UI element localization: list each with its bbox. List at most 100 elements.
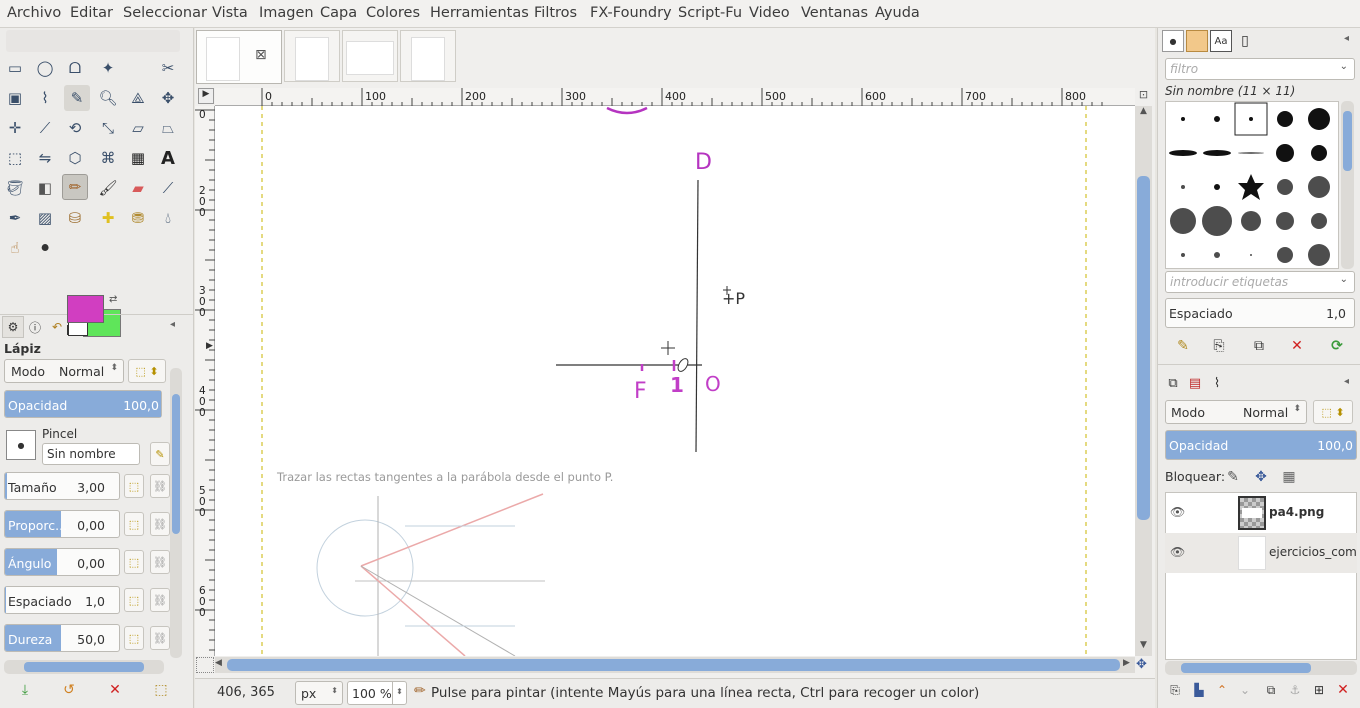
document-tab-icon[interactable]: ▯ (1234, 30, 1256, 52)
brush-cell[interactable] (1202, 206, 1232, 236)
device-status-tab-icon[interactable]: ⓘ (24, 316, 46, 338)
fonts-tab-icon[interactable]: Aa (1210, 30, 1232, 52)
pencil-icon[interactable]: ✏ (62, 174, 88, 200)
menu-capa[interactable]: Capa (320, 5, 357, 21)
mode-dropdown[interactable]: Modo Normal ⬍ (4, 359, 124, 383)
brush-cell[interactable] (1170, 208, 1196, 234)
align-icon[interactable]: ✛ (2, 115, 28, 141)
clone-icon[interactable]: ⛁ (62, 205, 88, 231)
checker-icon[interactable]: ▦ (125, 145, 151, 171)
brush-cell[interactable] (1311, 213, 1327, 229)
refresh-brushes-icon[interactable]: ⟳ (1326, 335, 1348, 357)
brush-cell[interactable] (1308, 176, 1330, 198)
crop-icon[interactable]: ⟋ (32, 115, 58, 141)
menu-filtros[interactable]: Filtros (534, 5, 577, 21)
unit-dropdown[interactable]: px ⬍ (295, 681, 343, 705)
brush-cell[interactable] (1214, 116, 1220, 122)
menu-fx-foundry[interactable]: FX-Foundry (590, 5, 672, 21)
warp-icon[interactable]: ⌘ (95, 145, 121, 171)
brushes-tab-icon[interactable]: ● (1162, 30, 1184, 52)
rect-select-icon[interactable]: ▭ (2, 55, 28, 81)
tool-options-hscrollbar[interactable] (4, 660, 164, 674)
merge-layer-icon[interactable]: ⊞ (1308, 679, 1330, 701)
layer-row-pa4[interactable]: 👁︎ pa4.png (1165, 493, 1357, 533)
ratio-link-icon[interactable]: ⛓ (150, 512, 170, 536)
dodge-burn-icon[interactable]: ⚫ (32, 235, 58, 261)
ratio-reset-icon[interactable]: ⬚ (124, 512, 144, 536)
hardness-slider[interactable]: Dureza 50,0 (4, 624, 120, 652)
undo-history-tab-icon[interactable]: ↶ (46, 316, 68, 338)
hardness-link-icon[interactable]: ⛓ (150, 626, 170, 650)
paintbrush-icon[interactable]: 🖌︎ (95, 175, 121, 201)
restore-options-icon[interactable]: ↺ (58, 679, 80, 701)
mypaint-icon[interactable]: ▨ (32, 205, 58, 231)
brush-cell[interactable] (1238, 152, 1264, 154)
spacing-reset-icon[interactable]: ⬚ (124, 588, 144, 612)
brush-cell[interactable] (1181, 117, 1185, 121)
menu-editar[interactable]: Editar (70, 5, 113, 21)
brush-cell[interactable] (1249, 117, 1253, 121)
brush-cell[interactable] (1214, 252, 1220, 258)
swap-colors-icon[interactable]: ⇄ (109, 294, 117, 305)
fuzzy-select-icon[interactable]: ✦ (95, 55, 121, 81)
brush-cell[interactable] (1214, 184, 1220, 190)
image-tab-2[interactable] (284, 30, 340, 82)
heal-icon[interactable]: ✚ (95, 205, 121, 231)
smudge-icon[interactable]: ☝ (2, 235, 28, 261)
measure-icon[interactable]: ⟁ (125, 85, 151, 111)
canvas-vscrollbar[interactable]: ▲ ▼ (1135, 106, 1152, 656)
lock-alpha-icon[interactable]: ▦ (1278, 466, 1300, 488)
lasso-icon[interactable]: ᗝ (62, 55, 88, 81)
zoom-dropdown[interactable]: 100 % ⬍ (347, 681, 407, 705)
blur-icon[interactable]: 💧︎ (155, 205, 181, 231)
menu-vista[interactable]: Vista (212, 5, 248, 21)
brush-cell[interactable] (1241, 211, 1261, 231)
menu-ayuda[interactable]: Ayuda (875, 5, 920, 21)
brush-cell[interactable] (1308, 108, 1330, 130)
opacity-slider[interactable]: Opacidad 100,0 (4, 390, 162, 418)
brush-cell[interactable] (1181, 253, 1185, 257)
quick-mask-toggle-icon[interactable]: ▶ (198, 88, 214, 104)
duplicate-brush-icon[interactable]: ⧉ (1248, 335, 1270, 357)
navigate-icon[interactable]: ✥ (1136, 657, 1147, 672)
menu-colores[interactable]: Colores (366, 5, 420, 21)
anchor-layer-icon[interactable]: ⚓ (1284, 679, 1306, 701)
size-link-icon[interactable]: ⛓ (150, 474, 170, 498)
edit-brush-dock-icon[interactable]: ✎ (1172, 335, 1194, 357)
visibility-eye-icon[interactable]: 👁︎ (1170, 505, 1185, 519)
lock-pixels-icon[interactable]: ✎ (1222, 466, 1244, 488)
brush-cell[interactable] (1276, 212, 1294, 230)
menu-script-fu[interactable]: Script-Fu (678, 5, 742, 21)
menu-video[interactable]: Video (749, 5, 790, 21)
delete-layer-icon[interactable]: ✕ (1332, 679, 1354, 701)
brush-cell[interactable] (1181, 185, 1185, 189)
color-picker-icon[interactable]: ✎ (64, 85, 90, 111)
perspective-icon[interactable]: ⏢ (155, 115, 181, 141)
size-slider[interactable]: Tamaño 3,00 (4, 472, 120, 500)
zoom-icon[interactable]: 🔍︎ (95, 85, 121, 111)
brush-cell[interactable] (1277, 179, 1293, 195)
vscroll-thumb[interactable] (1137, 176, 1150, 520)
brush-cell[interactable] (1203, 150, 1231, 156)
scale-icon[interactable]: ⤡ (95, 115, 121, 141)
menu-archivo[interactable]: Archivo (7, 5, 61, 21)
cage-icon[interactable]: ⬡ (62, 145, 88, 171)
brush-grid-scrollbar[interactable] (1341, 101, 1354, 269)
brush-cell[interactable] (1276, 144, 1294, 162)
menu-imagen[interactable]: Imagen (259, 5, 314, 21)
brush-spacing-slider[interactable]: Espaciado 1,0 (1165, 298, 1355, 328)
channels-tab-icon[interactable]: ▤ (1184, 372, 1206, 394)
spacing-link-icon[interactable]: ⛓ (150, 588, 170, 612)
blend-icon[interactable]: ◧ (32, 175, 58, 201)
edit-brush-icon[interactable]: ✎ (150, 442, 170, 466)
patterns-tab-icon[interactable] (1186, 30, 1208, 52)
hardness-reset-icon[interactable]: ⬚ (124, 626, 144, 650)
foreground-color-swatch[interactable] (67, 295, 104, 323)
mode-reset-icon[interactable]: ⬚ ⬍ (128, 359, 166, 383)
angle-slider[interactable]: Ángulo 0,00 (4, 548, 120, 576)
airbrush-icon[interactable]: ⟋ (155, 175, 181, 201)
raise-layer-icon[interactable]: ⌃ (1211, 679, 1233, 701)
brush-cell[interactable] (1250, 254, 1252, 256)
perspective-clone-icon[interactable]: ⛃ (125, 205, 151, 231)
brush-cell[interactable] (1277, 247, 1293, 263)
